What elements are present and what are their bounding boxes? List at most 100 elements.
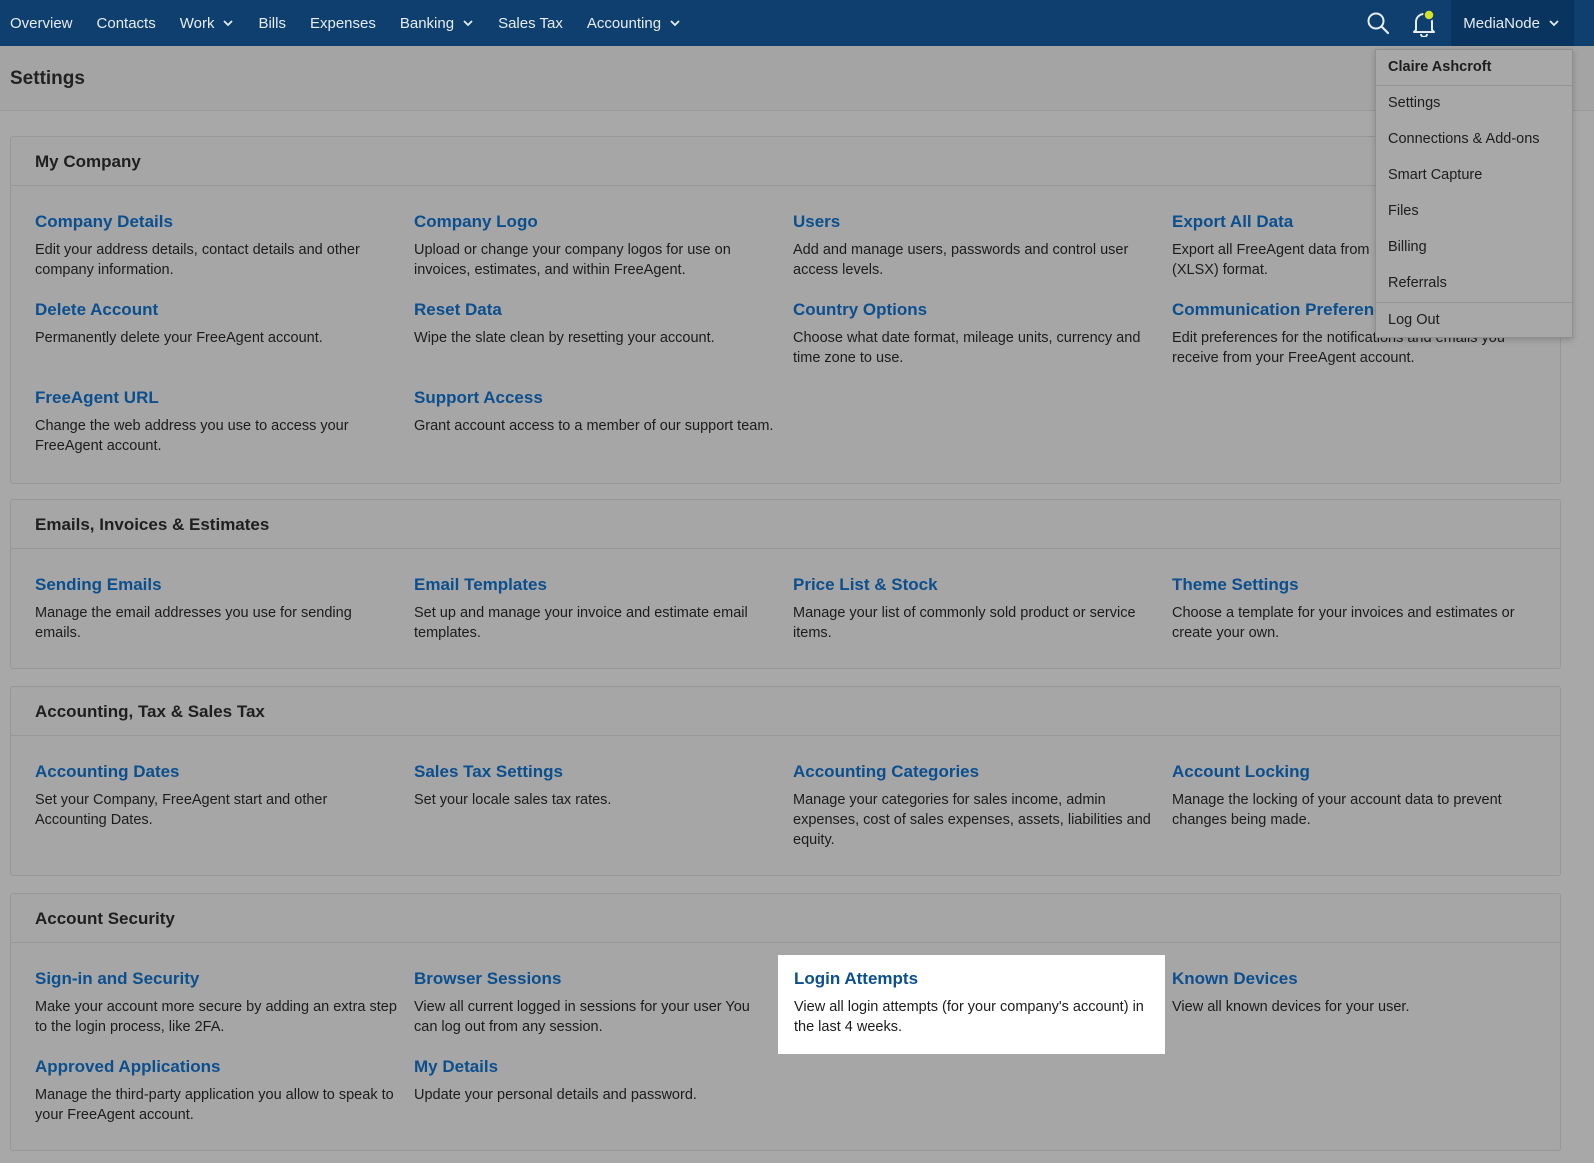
main-nav: Overview Contacts Work Bills Expenses Ba… (0, 0, 705, 46)
card-description: Grant account access to a member of our … (414, 418, 774, 434)
menu-item-files[interactable]: Files (1376, 194, 1572, 230)
chevron-down-icon (1549, 20, 1559, 27)
approved-applications-link[interactable]: Approved Applications (35, 1057, 397, 1077)
card-description: Add and manage users, passwords and cont… (793, 242, 1129, 278)
notifications-button[interactable] (1401, 0, 1447, 46)
sign-in-security-link[interactable]: Sign-in and Security (35, 969, 397, 989)
section-title: My Company (11, 137, 1560, 186)
nav-accounting[interactable]: Accounting (587, 15, 681, 32)
sending-emails-link[interactable]: Sending Emails (35, 575, 397, 595)
section-title: Accounting, Tax & Sales Tax (11, 687, 1560, 736)
page-title: Settings (10, 68, 85, 89)
login-attempts-card-highlighted: Login Attempts View all login attempts (… (778, 955, 1165, 1054)
company-details-link[interactable]: Company Details (35, 212, 397, 232)
users-link[interactable]: Users (793, 212, 1155, 232)
settings-card: Country Options Choose what date format, … (793, 300, 1155, 368)
card-description: Manage the locking of your account data … (1172, 792, 1502, 828)
known-devices-link[interactable]: Known Devices (1172, 969, 1534, 989)
settings-card: Company Details Edit your address details… (35, 212, 397, 280)
menu-item-referrals[interactable]: Referrals (1376, 266, 1572, 302)
card-description: Set your Company, FreeAgent start and ot… (35, 792, 328, 828)
support-access-link[interactable]: Support Access (414, 388, 776, 408)
settings-card: Login Attempts View all login attempts (… (794, 969, 1156, 1037)
card-description: Wipe the slate clean by resetting your a… (414, 330, 715, 346)
freeagent-url-link[interactable]: FreeAgent URL (35, 388, 397, 408)
nav-bills[interactable]: Bills (258, 15, 286, 32)
nav-expenses[interactable]: Expenses (310, 15, 376, 32)
price-list-stock-link[interactable]: Price List & Stock (793, 575, 1155, 595)
card-description: Manage the email addresses you use for s… (35, 605, 352, 641)
settings-card: Sign-in and Security Make your account mo… (35, 969, 397, 1037)
card-description: Set up and manage your invoice and estim… (414, 605, 748, 641)
settings-card: Company Logo Upload or change your compan… (414, 212, 776, 280)
delete-account-link[interactable]: Delete Account (35, 300, 397, 320)
card-description: View all login attempts (for your compan… (794, 999, 1144, 1035)
theme-settings-link[interactable]: Theme Settings (1172, 575, 1534, 595)
settings-card: Support Access Grant account access to a … (414, 388, 776, 436)
menu-item-billing[interactable]: Billing (1376, 230, 1572, 266)
account-dropdown-menu: Claire Ashcroft Settings Connections & A… (1375, 49, 1573, 338)
nav-right-controls: MediaNode (1355, 0, 1594, 46)
menu-item-smart-capture[interactable]: Smart Capture (1376, 158, 1572, 194)
card-description: View all known devices for your user. (1172, 999, 1410, 1015)
section-my-company: My Company Company Details Edit your addr… (10, 136, 1561, 484)
settings-card: Account Locking Manage the locking of you… (1172, 762, 1534, 830)
chevron-down-icon (223, 20, 234, 27)
section-title: Emails, Invoices & Estimates (11, 500, 1560, 549)
menu-item-log-out[interactable]: Log Out (1376, 302, 1572, 338)
account-locking-link[interactable]: Account Locking (1172, 762, 1534, 782)
chevron-down-icon (670, 20, 680, 27)
card-description: Export all FreeAgent data from (XLSX) fo… (1172, 242, 1370, 278)
card-description: Manage your list of commonly sold produc… (793, 605, 1136, 641)
search-icon (1367, 12, 1390, 35)
card-description: Manage the third-party application you a… (35, 1087, 394, 1123)
settings-card: Approved Applications Manage the third-pa… (35, 1057, 397, 1125)
login-attempts-link[interactable]: Login Attempts (794, 969, 1156, 989)
settings-card: Email Templates Set up and manage your in… (414, 575, 776, 643)
sales-tax-settings-link[interactable]: Sales Tax Settings (414, 762, 776, 782)
card-description: Update your personal details and passwor… (414, 1087, 697, 1103)
card-description: Make your account more secure by adding … (35, 999, 397, 1035)
my-details-link[interactable]: My Details (414, 1057, 776, 1077)
nav-sales-tax[interactable]: Sales Tax (498, 15, 563, 32)
settings-card: Accounting Dates Set your Company, FreeAg… (35, 762, 397, 830)
nav-contacts[interactable]: Contacts (97, 15, 156, 32)
browser-sessions-link[interactable]: Browser Sessions (414, 969, 776, 989)
nav-banking[interactable]: Banking (400, 15, 474, 32)
bell-icon (1413, 9, 1436, 37)
section-title: Account Security (11, 894, 1560, 943)
settings-card: FreeAgent URL Change the web address you … (35, 388, 397, 456)
nav-work[interactable]: Work (180, 15, 235, 32)
card-description: Manage your categories for sales income,… (793, 792, 1151, 848)
card-description: Set your locale sales tax rates. (414, 792, 612, 808)
card-description: Permanently delete your FreeAgent accoun… (35, 330, 323, 346)
menu-item-connections-addons[interactable]: Connections & Add-ons (1376, 122, 1572, 158)
card-description: Change the web address you use to access… (35, 418, 349, 454)
card-description: Choose a template for your invoices and … (1172, 605, 1515, 641)
company-logo-link[interactable]: Company Logo (414, 212, 776, 232)
country-options-link[interactable]: Country Options (793, 300, 1155, 320)
email-templates-link[interactable]: Email Templates (414, 575, 776, 595)
menu-item-settings[interactable]: Settings (1376, 86, 1572, 122)
card-description: Choose what date format, mileage units, … (793, 330, 1141, 366)
section-accounting-tax: Accounting, Tax & Sales Tax Accounting D… (10, 686, 1561, 876)
settings-card: Known Devices View all known devices for … (1172, 969, 1534, 1017)
settings-card: Users Add and manage users, passwords and… (793, 212, 1155, 280)
dropdown-user-name: Claire Ashcroft (1376, 50, 1572, 86)
settings-card: My Details Update your personal details a… (414, 1057, 776, 1105)
accounting-dates-link[interactable]: Accounting Dates (35, 762, 397, 782)
search-button[interactable] (1355, 0, 1401, 46)
card-description: View all current logged in sessions for … (414, 999, 750, 1035)
settings-card: Delete Account Permanently delete your Fr… (35, 300, 397, 348)
account-menu-button[interactable]: MediaNode (1451, 0, 1574, 46)
card-description: Upload or change your company logos for … (414, 242, 731, 278)
settings-card: Sales Tax Settings Set your locale sales … (414, 762, 776, 810)
settings-card: Price List & Stock Manage your list of co… (793, 575, 1155, 643)
reset-data-link[interactable]: Reset Data (414, 300, 776, 320)
nav-overview[interactable]: Overview (10, 15, 73, 32)
chevron-down-icon (463, 20, 473, 27)
accounting-categories-link[interactable]: Accounting Categories (793, 762, 1155, 782)
section-emails-invoices-estimates: Emails, Invoices & Estimates Sending Ema… (10, 499, 1561, 669)
top-navigation-bar: Overview Contacts Work Bills Expenses Ba… (0, 0, 1594, 46)
settings-card: Sending Emails Manage the email addresses… (35, 575, 397, 643)
